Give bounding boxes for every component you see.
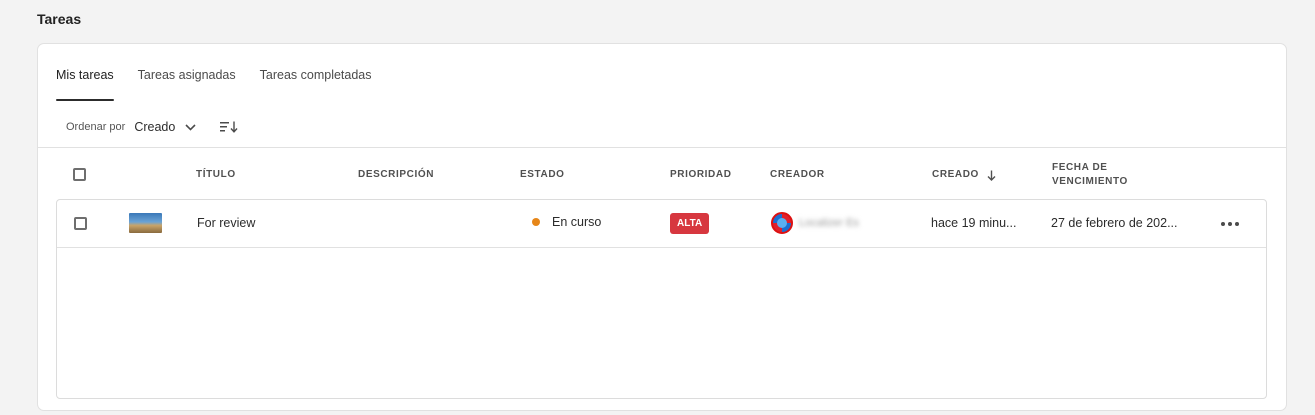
chevron-down-icon bbox=[185, 123, 196, 131]
sort-bar: Ordenar por Creado bbox=[66, 120, 238, 134]
creator-avatar bbox=[771, 212, 793, 234]
header-due-line1: FECHA DE bbox=[1052, 162, 1108, 173]
tasks-card: Mis tareas Tareas asignadas Tareas compl… bbox=[37, 43, 1287, 411]
task-list: For review En curso ALTA Localizer Es ha… bbox=[56, 199, 1267, 399]
header-status[interactable]: ESTADO bbox=[520, 168, 565, 182]
status-dot-icon bbox=[532, 218, 540, 226]
task-title[interactable]: For review bbox=[197, 216, 255, 230]
header-priority[interactable]: PRIORIDAD bbox=[670, 168, 732, 182]
header-due-date[interactable]: FECHA DE VENCIMIENTO bbox=[1052, 161, 1128, 189]
arrow-down-icon bbox=[987, 170, 996, 181]
task-due-date: 27 de febrero de 202... bbox=[1051, 216, 1178, 230]
toolbar-divider bbox=[38, 147, 1286, 148]
header-title[interactable]: TÍTULO bbox=[196, 168, 236, 182]
task-status: En curso bbox=[552, 215, 602, 229]
header-creator[interactable]: CREADOR bbox=[770, 168, 825, 182]
tab-bar: Mis tareas Tareas asignadas Tareas compl… bbox=[56, 68, 396, 101]
header-created-label: CREADO bbox=[932, 169, 979, 180]
sort-descending-icon bbox=[220, 121, 238, 133]
task-created: hace 19 minu... bbox=[931, 216, 1017, 230]
header-created[interactable]: CREADO bbox=[932, 168, 996, 182]
header-due-line2: VENCIMIENTO bbox=[1052, 176, 1128, 187]
table-row[interactable]: For review En curso ALTA Localizer Es ha… bbox=[57, 200, 1266, 248]
sort-order-button[interactable] bbox=[220, 121, 238, 133]
sort-by-dropdown[interactable]: Creado bbox=[134, 120, 196, 134]
tab-completed-tasks[interactable]: Tareas completadas bbox=[260, 68, 372, 101]
priority-badge: ALTA bbox=[670, 213, 710, 234]
asset-thumbnail bbox=[129, 213, 162, 233]
select-all-checkbox[interactable] bbox=[73, 168, 86, 181]
more-actions-icon[interactable] bbox=[1221, 222, 1239, 226]
sort-label: Ordenar por bbox=[66, 121, 126, 133]
page-title: Tareas bbox=[37, 11, 82, 27]
tab-my-tasks[interactable]: Mis tareas bbox=[56, 68, 114, 101]
creator-name: Localizer Es bbox=[799, 217, 859, 229]
tab-assigned-tasks[interactable]: Tareas asignadas bbox=[138, 68, 236, 101]
row-checkbox[interactable] bbox=[74, 217, 87, 230]
sort-by-value: Creado bbox=[134, 120, 176, 134]
header-description[interactable]: DESCRIPCIÓN bbox=[358, 168, 434, 182]
